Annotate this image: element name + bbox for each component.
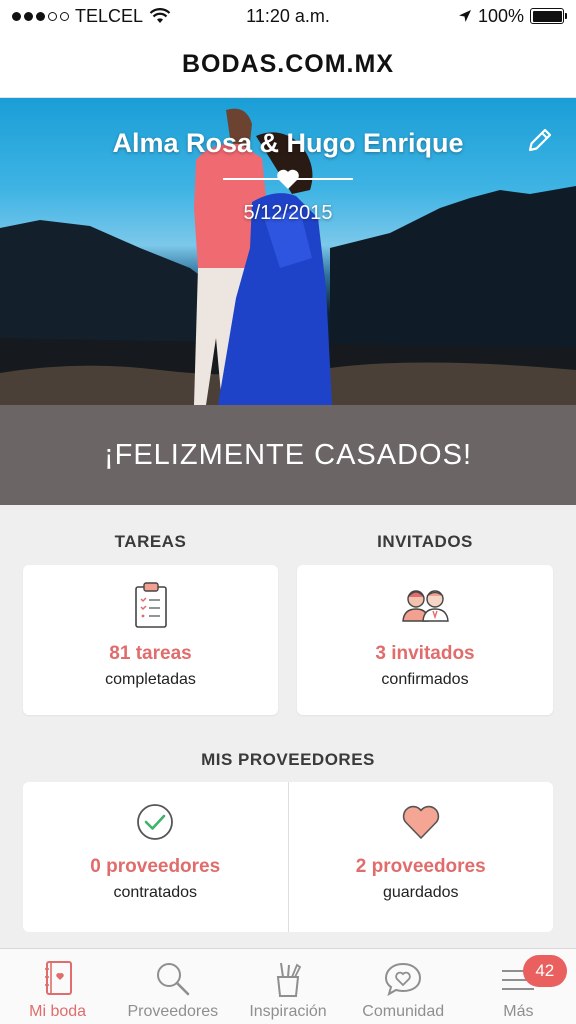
tab-comunidad[interactable]: Comunidad (346, 949, 461, 1024)
guests-heading: INVITADOS (377, 532, 473, 551)
guests-label: confirmados (381, 671, 469, 688)
battery-percent: 100% (477, 5, 524, 26)
wifi-icon (149, 8, 171, 23)
guests-card[interactable]: 3 invitados confirmados (297, 565, 553, 715)
tab-mas[interactable]: Más 42 (461, 949, 576, 1024)
hired-count: 0 proveedores (90, 856, 221, 877)
saved-label: guardados (382, 884, 459, 901)
tasks-label: completadas (105, 671, 196, 688)
notification-badge: 42 (522, 955, 567, 987)
tab-proveedores[interactable]: Proveedores (115, 949, 230, 1024)
tab-label-proveedores: Proveedores (127, 1003, 219, 1020)
heart-icon (402, 805, 439, 839)
tasks-heading: TAREAS (114, 532, 187, 551)
tab-bar: Mi boda Proveedores Inspiración Comunida… (0, 948, 576, 1024)
hired-label: contratados (113, 884, 198, 901)
clipboard-icon (134, 582, 167, 628)
hired-providers[interactable]: 0 proveedores contratados (23, 782, 288, 932)
search-icon (156, 963, 190, 996)
status-time: 11:20 a.m. (246, 5, 330, 26)
married-text: ¡FELIZMENTE CASADOS! (103, 438, 473, 471)
status-left: TELCEL (12, 6, 212, 27)
guests-count: 3 invitados (375, 643, 475, 664)
tab-label-mi-boda: Mi boda (29, 1003, 87, 1020)
notebook-icon (44, 961, 72, 995)
carrier-name: TELCEL (75, 5, 144, 26)
app-header: BODAS.COM.MX (0, 32, 576, 98)
guests-icon (402, 590, 449, 622)
saved-providers[interactable]: 2 proveedores guardados (287, 782, 554, 932)
hero-photo: Alma Rosa & Hugo Enrique 5/12/2015 (0, 98, 576, 405)
providers-heading: MIS PROVEEDORES (201, 750, 375, 769)
app-title: BODAS.COM.MX (182, 50, 394, 78)
check-circle-icon (137, 804, 174, 840)
tab-label-mas: Más (503, 1003, 534, 1020)
married-banner: ¡FELIZMENTE CASADOS! (0, 405, 576, 505)
battery-icon (530, 8, 567, 24)
saved-count: 2 proveedores (355, 856, 486, 877)
status-bar: TELCEL 11:20 a.m. 100% (0, 0, 576, 32)
tab-label-inspiracion: Inspiración (249, 1003, 327, 1020)
couple-names: Alma Rosa & Hugo Enrique (112, 128, 464, 158)
providers-card: 0 proveedores contratados 2 proveedores … (23, 782, 553, 932)
pencil-icon[interactable] (526, 126, 554, 154)
tab-inspiracion[interactable]: Inspiración (230, 949, 345, 1024)
wedding-date: 5/12/2015 (243, 202, 333, 224)
tasks-card[interactable]: 81 tareas completadas (23, 565, 278, 715)
signal-strength-icon (12, 11, 69, 21)
pencil-cup-icon (276, 962, 302, 997)
heart-icon (277, 169, 299, 189)
tab-mi-boda[interactable]: Mi boda (0, 949, 115, 1024)
tab-label-comunidad: Comunidad (362, 1003, 445, 1020)
tasks-count: 81 tareas (109, 643, 192, 664)
location-arrow-icon (458, 10, 471, 22)
chat-heart-icon (385, 962, 422, 997)
status-right: 100% (364, 5, 567, 27)
